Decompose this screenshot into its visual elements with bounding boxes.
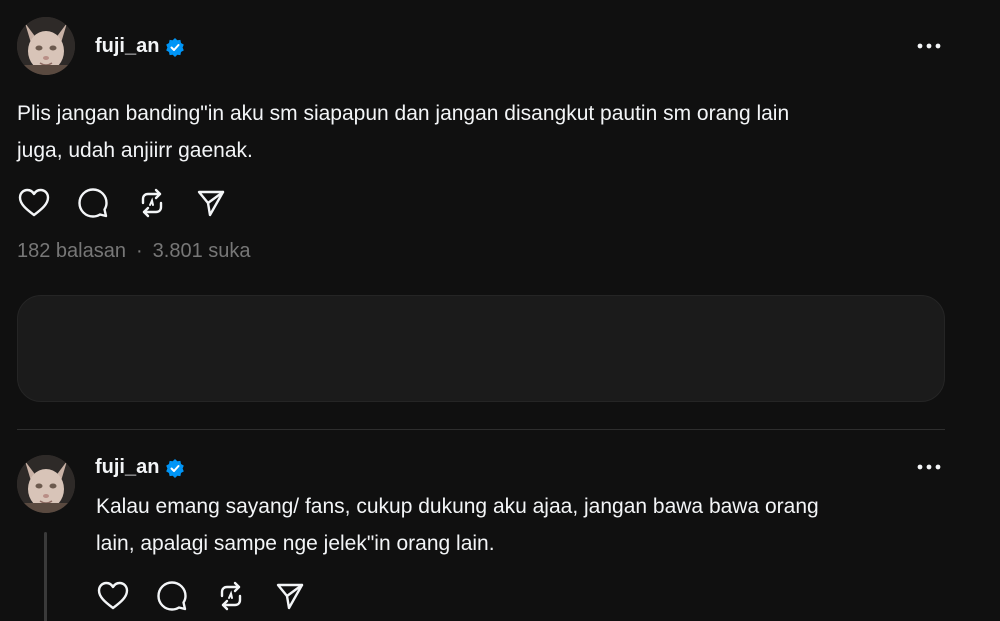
threads-page: fuji_an Plis jangan banding"in aku sm si…	[0, 0, 1000, 621]
reply-avatar[interactable]	[17, 455, 75, 513]
send-icon[interactable]	[273, 579, 307, 613]
avatar-image	[17, 455, 75, 513]
post-text-line: juga, udah anjiirr gaenak.	[17, 139, 253, 162]
heart-icon[interactable]	[96, 579, 130, 613]
divider	[17, 429, 945, 430]
likes-count[interactable]: 3.801 suka	[153, 240, 251, 263]
comment-icon[interactable]	[76, 186, 110, 220]
avatar[interactable]	[17, 17, 75, 75]
send-icon[interactable]	[194, 186, 228, 220]
post-text-line: Plis jangan banding"in aku sm siapapun d…	[17, 102, 790, 125]
reply-username[interactable]: fuji_an	[95, 456, 159, 479]
thread-line	[44, 532, 47, 621]
repost-icon[interactable]	[135, 186, 169, 220]
post-body: Plis jangan banding"in aku sm siapapun d…	[17, 95, 789, 169]
post-stats: 182 balasan · 3.801 suka	[17, 240, 251, 263]
more-icon[interactable]	[914, 36, 944, 56]
reply-text-line: lain, apalagi sampe nge jelek"in orang l…	[96, 532, 495, 555]
verified-badge-icon	[165, 37, 185, 57]
reply-text-line: Kalau emang sayang/ fans, cukup dukung a…	[96, 495, 819, 518]
comment-icon[interactable]	[155, 579, 189, 613]
reply-body: Kalau emang sayang/ fans, cukup dukung a…	[96, 488, 819, 562]
replies-count[interactable]: 182 balasan	[17, 240, 126, 263]
reply-header: fuji_an	[95, 456, 185, 479]
heart-icon[interactable]	[17, 186, 51, 220]
username[interactable]: fuji_an	[95, 35, 159, 58]
post-header: fuji_an	[95, 35, 185, 58]
verified-badge-icon	[165, 458, 185, 478]
reply-more-icon[interactable]	[914, 457, 944, 477]
repost-icon[interactable]	[214, 579, 248, 613]
reply-actions	[96, 579, 307, 613]
stats-separator: ·	[135, 240, 143, 262]
avatar-image	[17, 17, 75, 75]
reply-composer[interactable]	[17, 295, 945, 402]
post-actions	[17, 186, 228, 220]
